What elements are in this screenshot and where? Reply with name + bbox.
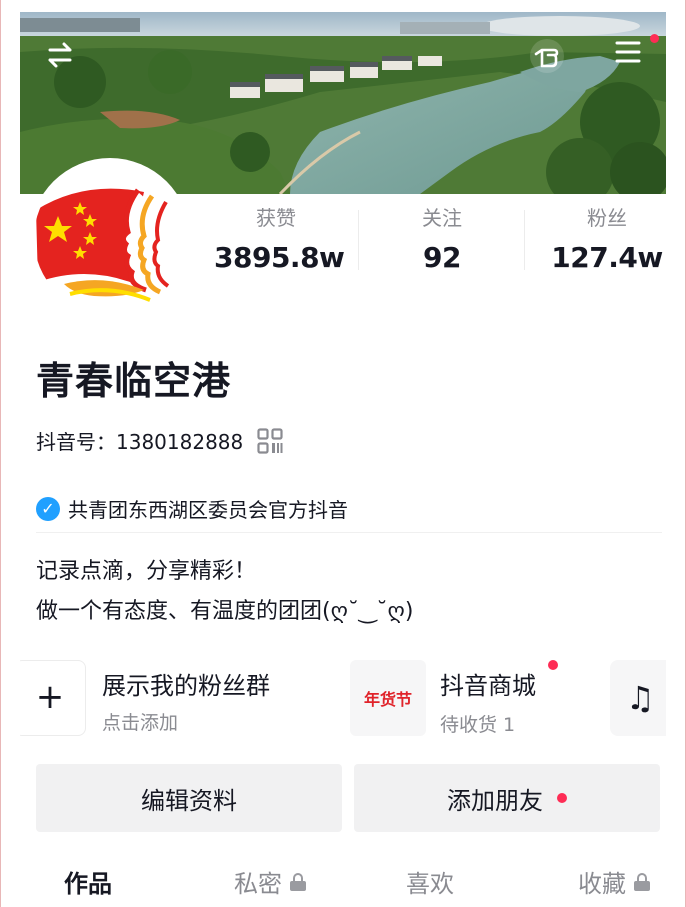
tab-favorites-label: 收藏 [578, 870, 626, 898]
fan-group-subtitle[interactable]: 点击添加 [102, 708, 178, 735]
stat-following-label: 关注 [422, 206, 462, 230]
add-friend-button[interactable]: 添加朋友 [354, 764, 660, 832]
add-fan-group-button[interactable]: + [20, 660, 86, 736]
fan-group-title[interactable]: 展示我的粉丝群 [102, 666, 270, 701]
profile-name: 青春临空港 [36, 359, 232, 403]
qr-code-icon[interactable] [257, 427, 283, 454]
tab-favorites[interactable]: 收藏 [578, 864, 650, 899]
edit-profile-button[interactable]: 编辑资料 [36, 764, 342, 832]
stat-divider [524, 210, 525, 270]
shop-festival-thumbnail[interactable]: 年货节 [350, 660, 426, 736]
douyin-id-text: 抖音号：1380182888 [36, 430, 244, 454]
tab-private-label: 私密 [234, 870, 282, 898]
tab-works-label: 作品 [64, 870, 112, 898]
add-friend-label: 添加朋友 [447, 786, 543, 815]
bio-line: 记录点滴，分享精彩！ [36, 559, 257, 584]
lock-icon [634, 872, 650, 891]
verification-row: ✓ 共青团东西湖区委员会官方抖音 [36, 494, 348, 523]
stat-likes-value: 3895.8w [214, 241, 345, 274]
shop-title[interactable]: 抖音商城 [440, 666, 536, 701]
stat-likes-label: 获赞 [256, 206, 296, 230]
bio: 记录点滴，分享精彩！ 做一个有态度、有温度的团团(ღ˘‿˘ღ) [36, 552, 413, 632]
stat-divider [358, 210, 359, 270]
add-friend-notification-dot [557, 793, 567, 803]
stat-followers-label: 粉丝 [587, 206, 627, 230]
youth-league-logo [36, 188, 174, 302]
music-card[interactable]: ♫ [610, 660, 666, 736]
shop-notification-dot [548, 660, 558, 670]
stat-following-value: 92 [423, 241, 461, 274]
switch-account-icon[interactable] [46, 42, 74, 68]
stat-followers[interactable]: 粉丝 127.4w [546, 202, 666, 274]
stat-likes[interactable]: 获赞 3895.8w [214, 202, 345, 274]
pointing-hand-icon[interactable] [528, 38, 566, 74]
verification-text: 共青团东西湖区委员会官方抖音 [68, 498, 348, 522]
tab-likes[interactable]: 喜欢 [406, 864, 454, 899]
divider [36, 532, 662, 533]
douyin-id-row[interactable]: 抖音号：1380182888 [36, 426, 283, 455]
shop-subtitle[interactable]: 待收货 1 [440, 710, 515, 737]
music-note-icon: ♫ [626, 679, 655, 717]
stat-followers-value: 127.4w [551, 241, 663, 274]
plus-icon: + [35, 677, 65, 717]
shop-festival-badge: 年货节 [363, 690, 412, 709]
verified-check-icon: ✓ [36, 496, 60, 521]
lock-icon [290, 872, 306, 891]
profile-page: 获赞 3895.8w 关注 92 粉丝 127.4w 青春临空港 抖音号：138… [20, 12, 666, 907]
tab-likes-label: 喜欢 [406, 870, 454, 898]
bio-line: 做一个有态度、有温度的团团(ღ˘‿˘ღ) [36, 599, 414, 624]
tab-private[interactable]: 私密 [234, 864, 306, 899]
avatar[interactable] [34, 162, 186, 314]
edit-profile-label: 编辑资料 [141, 786, 237, 815]
menu-notification-dot [650, 34, 659, 43]
menu-icon[interactable] [614, 39, 642, 65]
tab-works[interactable]: 作品 [64, 864, 112, 899]
stat-following[interactable]: 关注 92 [382, 202, 502, 274]
